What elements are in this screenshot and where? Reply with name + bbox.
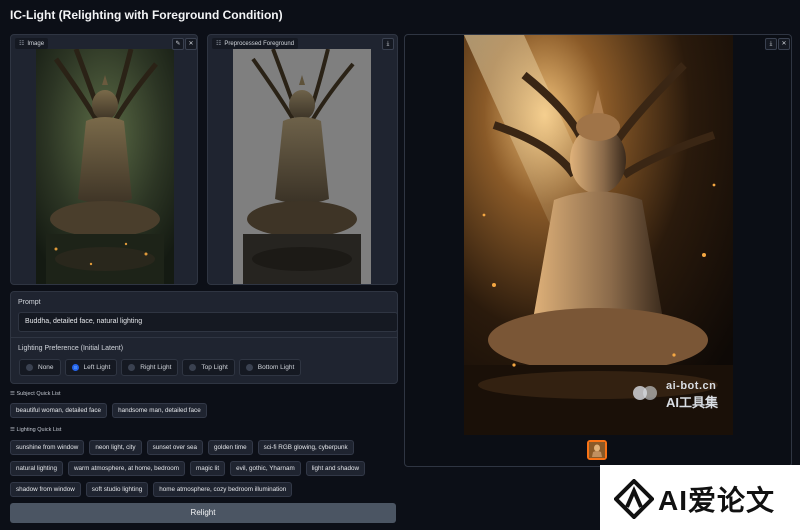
input-image-panel[interactable]: ☷ Image ✎ ✕ (10, 34, 198, 285)
pencil-icon: ✎ (175, 41, 181, 47)
preprocessed-label: ☷ Preprocessed Foreground (212, 38, 299, 49)
prompt-label: Prompt (18, 299, 41, 306)
download-button[interactable]: ⤓ (382, 38, 394, 50)
lighting-chip[interactable]: sunshine from window (10, 440, 85, 455)
image-icon: ☷ (19, 41, 25, 47)
close-icon: ✕ (781, 41, 787, 47)
subject-chip[interactable]: handsome man, detailed face (112, 403, 207, 418)
radio-dot-selected (71, 364, 79, 371)
subject-quick-list: beautiful woman, detailed face handsome … (10, 403, 396, 418)
close-gallery-button[interactable]: ✕ (778, 38, 790, 50)
edit-button[interactable]: ✎ (172, 38, 184, 50)
page-title: IC-Light (Relighting with Foreground Con… (10, 8, 283, 22)
radio-none[interactable]: None (19, 359, 61, 376)
relight-button[interactable]: Relight (10, 503, 396, 523)
lighting-chip[interactable]: golden time (208, 440, 253, 455)
lighting-chip[interactable]: home atmosphere, cozy bedroom illuminati… (153, 482, 293, 497)
input-image-label: ☷ Image (15, 38, 49, 49)
lighting-chip[interactable]: warm atmosphere, at home, bedroom (67, 461, 185, 476)
badge-logo-icon (614, 479, 654, 519)
lighting-chip[interactable]: sunset over sea (146, 440, 204, 455)
watermark-logo-icon (633, 386, 657, 400)
radio-top-light[interactable]: Top Light (182, 359, 235, 376)
watermark-line2: AI工具集 (666, 395, 719, 410)
radio-left-light[interactable]: Left Light (64, 359, 118, 376)
prompt-section: Prompt Buddha, detailed face, natural li… (10, 291, 398, 384)
close-icon: ✕ (188, 41, 194, 47)
lighting-chip[interactable]: light and shadow (305, 461, 366, 476)
lighting-quick-list: sunshine from window neon light, city su… (10, 440, 396, 497)
prompt-input[interactable]: Buddha, detailed face, natural lighting (18, 312, 398, 332)
radio-bottom-light[interactable]: Bottom Light (238, 359, 302, 376)
result-thumbnail[interactable] (587, 440, 607, 460)
lighting-chip[interactable]: magic lit (189, 461, 226, 476)
lighting-chip[interactable]: soft studio lighting (85, 482, 149, 497)
radio-right-light[interactable]: Right Light (121, 359, 179, 376)
result-gallery-panel: ⤓ ✕ (404, 34, 792, 467)
radio-dot (189, 364, 197, 371)
radio-dot (245, 364, 253, 371)
radio-dot (128, 364, 136, 371)
preprocessed-foreground-panel: ☷ Preprocessed Foreground ⤓ (207, 34, 398, 285)
lighting-chip[interactable]: shadow from window (10, 482, 81, 497)
ai-badge: AI爱论文 (600, 465, 800, 530)
lighting-quick-list-label: ☰ Lighting Quick List (10, 427, 62, 433)
divider (11, 337, 397, 338)
watermark-line1: ai-bot.cn (666, 380, 717, 392)
radio-dot (26, 364, 33, 371)
input-image (36, 49, 174, 284)
image-icon: ☷ (216, 41, 222, 47)
lighting-chip[interactable]: neon light, city (89, 440, 142, 455)
badge-text: AI爱论文 (658, 485, 776, 516)
lighting-chip[interactable]: sci-fi RGB glowing, cyberpunk (257, 440, 354, 455)
lighting-preference-radios: None Left Light Right Light Top Light Bo… (19, 359, 302, 376)
lighting-chip[interactable]: natural lighting (10, 461, 63, 476)
lighting-preference-label: Lighting Preference (Initial Latent) (18, 345, 124, 352)
download-icon: ⤓ (386, 41, 390, 47)
download-button[interactable]: ⤓ (765, 38, 777, 50)
subject-chip[interactable]: beautiful woman, detailed face (10, 403, 108, 418)
clear-image-button[interactable]: ✕ (185, 38, 197, 50)
download-icon: ⤓ (769, 41, 773, 47)
result-image[interactable] (464, 35, 733, 435)
preprocessed-image (233, 49, 371, 284)
lighting-chip[interactable]: evil, gothic, Yharnam (230, 461, 301, 476)
subject-quick-list-label: ☰ Subject Quick List (10, 391, 61, 397)
